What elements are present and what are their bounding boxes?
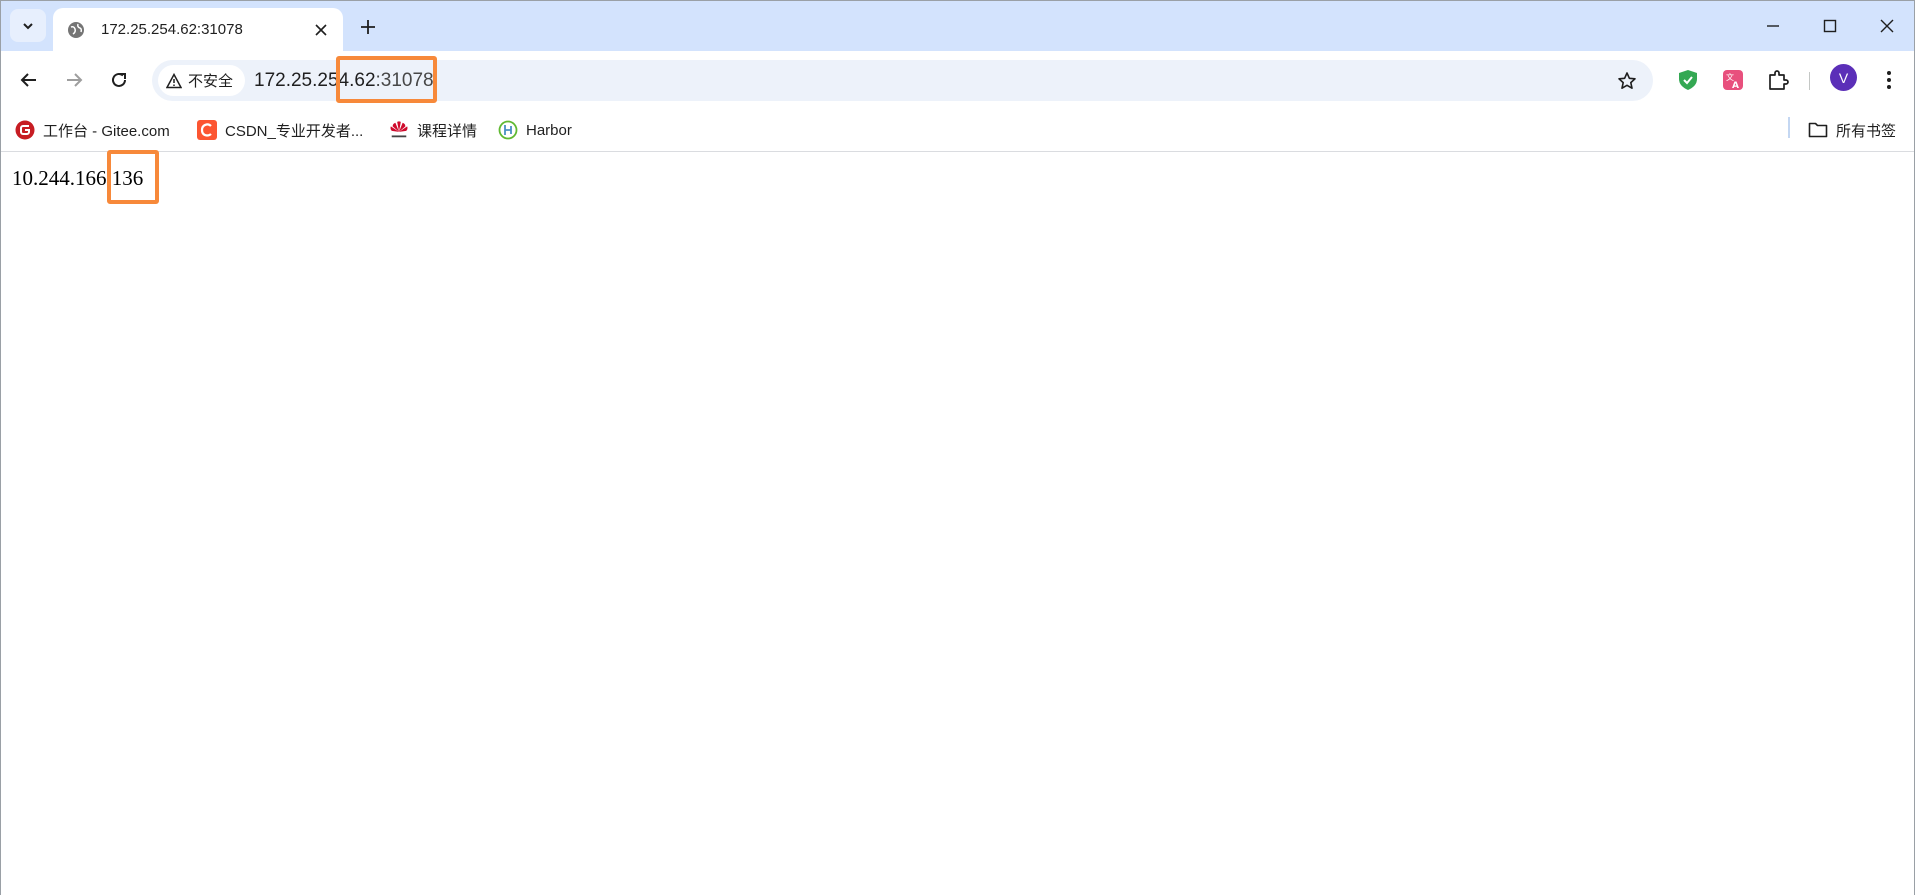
toolbar-divider: [1809, 72, 1810, 90]
plus-icon: [361, 20, 375, 34]
close-icon: [1880, 19, 1894, 33]
tab-title: 172.25.254.62:31078: [101, 21, 243, 38]
harbor-icon: [498, 120, 518, 140]
minimize-button[interactable]: [1759, 12, 1787, 40]
translate-extension-button[interactable]: 文 A: [1716, 63, 1750, 97]
tab-search-button[interactable]: [10, 9, 46, 42]
reload-icon: [112, 72, 126, 87]
url-text[interactable]: 172.25.254.62:31078: [254, 70, 434, 92]
extensions-button[interactable]: [1761, 63, 1795, 97]
bookmark-label: 课程详情: [417, 122, 478, 140]
security-chip[interactable]: 不安全: [158, 65, 246, 96]
huawei-icon: [389, 120, 409, 140]
tab-strip: 172.25.254.62:31078: [1, 1, 1914, 51]
all-bookmarks-label: 所有书签: [1836, 122, 1897, 140]
forward-button[interactable]: [57, 63, 91, 97]
back-button[interactable]: [12, 63, 46, 97]
globe-icon: [67, 21, 85, 39]
bookmark-gitee[interactable]: 工作台 - Gitee.com: [15, 117, 170, 143]
bookmark-label: CSDN_专业开发者...: [225, 122, 364, 140]
bookmark-label: 工作台 - Gitee.com: [43, 122, 170, 140]
active-tab[interactable]: 172.25.254.62:31078: [53, 8, 343, 51]
toolbar: 不安全 172.25.254.62:31078 文 A V: [1, 51, 1914, 109]
warning-icon: [166, 72, 182, 88]
bookmark-csdn[interactable]: CSDN_专业开发者...: [197, 117, 363, 143]
close-window-button[interactable]: [1873, 12, 1901, 40]
maximize-icon: [1823, 19, 1837, 33]
bookmark-star-button[interactable]: [1613, 67, 1641, 95]
shield-icon: [1679, 70, 1697, 90]
bookmarks-bar: 工作台 - Gitee.com CSDN_专业开发者... 课程详情 Harbo…: [1, 109, 1914, 152]
new-tab-button[interactable]: [354, 13, 382, 41]
bookmarks-divider: [1788, 117, 1790, 138]
translate-icon: 文 A: [1723, 70, 1743, 91]
arrow-left-icon: [20, 73, 36, 87]
svg-text:A: A: [1732, 81, 1739, 91]
minimize-icon: [1767, 25, 1779, 27]
star-icon: [1618, 72, 1636, 89]
menu-button[interactable]: [1872, 63, 1906, 97]
csdn-icon: [197, 120, 217, 140]
bookmark-label: Harbor: [526, 121, 572, 139]
maximize-button[interactable]: [1816, 12, 1844, 40]
url-port: :31078: [375, 70, 434, 91]
chevron-down-icon: [23, 22, 33, 29]
browser-window: 172.25.254.62:31078 不安全 172.25.254.62:31…: [0, 0, 1915, 895]
bookmark-huawei[interactable]: 课程详情: [389, 117, 477, 143]
folder-icon: [1808, 120, 1828, 140]
url-host: 172.25.254.62: [254, 70, 376, 91]
bookmark-harbor[interactable]: Harbor: [498, 117, 572, 143]
arrow-right-icon: [67, 73, 83, 87]
all-bookmarks-button[interactable]: 所有书签: [1808, 117, 1896, 143]
puzzle-icon: [1769, 70, 1789, 90]
page-body-text: 10.244.166.136: [12, 166, 144, 190]
page-content: 10.244.166.136: [1, 153, 1914, 895]
more-vertical-icon: [1887, 71, 1891, 89]
gitee-icon: [15, 120, 35, 140]
reload-button[interactable]: [102, 63, 136, 97]
profile-avatar[interactable]: V: [1830, 64, 1857, 91]
close-tab-icon[interactable]: [311, 20, 331, 40]
security-label: 不安全: [188, 73, 234, 90]
shield-extension-button[interactable]: [1671, 63, 1705, 97]
address-bar[interactable]: 不安全 172.25.254.62:31078: [152, 60, 1653, 101]
